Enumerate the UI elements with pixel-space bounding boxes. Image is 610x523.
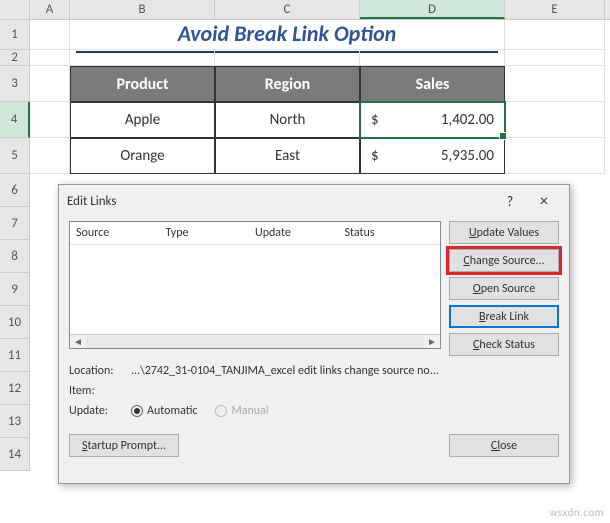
cell-region-0[interactable]: North — [215, 102, 360, 138]
open-source-button[interactable]: Open Source — [449, 277, 559, 300]
title-cell[interactable]: Avoid Break Link Option — [70, 20, 505, 50]
startup-prompt-button[interactable]: Startup Prompt... — [69, 434, 179, 457]
header-region[interactable]: Region — [215, 66, 360, 102]
cell-a5[interactable] — [30, 138, 70, 174]
header-product[interactable]: Product — [70, 66, 215, 102]
cell-region-1[interactable]: East — [215, 138, 360, 174]
dialog-title: Edit Links — [67, 194, 493, 209]
col-header-a[interactable]: A — [30, 0, 70, 19]
links-list[interactable]: Source Type Update Status ◄ ► — [69, 221, 441, 349]
break-link-button[interactable]: Break Link — [449, 305, 559, 328]
col-update[interactable]: Update — [255, 226, 345, 240]
row-header-9[interactable]: 9 — [0, 273, 30, 306]
currency-symbol: $ — [371, 147, 379, 165]
update-label: Update: — [69, 404, 125, 418]
list-body[interactable] — [70, 245, 440, 334]
help-button[interactable]: ? — [493, 188, 527, 214]
cell-a1[interactable] — [30, 20, 70, 50]
check-status-button[interactable]: Check Status — [449, 333, 559, 356]
cell-e5[interactable] — [505, 138, 605, 174]
cell-a4[interactable] — [30, 102, 70, 138]
close-icon[interactable]: × — [527, 188, 561, 214]
row-header-13[interactable]: 13 — [0, 405, 30, 438]
scroll-track[interactable] — [86, 336, 424, 348]
row-header-1[interactable]: 1 — [0, 20, 30, 50]
select-all-corner[interactable] — [0, 0, 30, 19]
radio-manual[interactable]: Manual — [215, 404, 268, 418]
row-header-3[interactable]: 3 — [0, 66, 30, 102]
cell-c2[interactable] — [215, 50, 360, 66]
scroll-left-icon[interactable]: ◄ — [70, 335, 86, 348]
col-status[interactable]: Status — [345, 226, 435, 240]
change-source-button[interactable]: Change Source... — [449, 249, 559, 272]
dialog-titlebar[interactable]: Edit Links ? × — [59, 185, 569, 217]
update-values-button[interactable]: Update Values — [449, 221, 559, 244]
cell-product-1[interactable]: Orange — [70, 138, 215, 174]
row-header-4[interactable]: 4 — [0, 102, 30, 138]
list-header: Source Type Update Status — [70, 222, 440, 245]
row-header-5[interactable]: 5 — [0, 138, 30, 174]
dialog-footer: Startup Prompt... Close — [59, 426, 569, 465]
row-header-6[interactable]: 6 — [0, 174, 30, 207]
cell-e4[interactable] — [505, 102, 605, 138]
page-title: Avoid Break Link Option — [178, 20, 397, 47]
col-header-e[interactable]: E — [505, 0, 605, 19]
watermark: wsxdn.com — [550, 506, 604, 519]
sales-value: 5,935.00 — [441, 147, 494, 165]
cell-a3[interactable] — [30, 66, 70, 102]
location-label: Location: — [69, 364, 125, 378]
cell-d2[interactable] — [360, 50, 505, 66]
button-column: Update Values Change Source... Open Sour… — [449, 221, 559, 356]
cell-e1[interactable] — [505, 20, 605, 50]
close-button[interactable]: Close — [449, 434, 559, 457]
sales-value: 1,402.00 — [441, 111, 494, 129]
row-header-10[interactable]: 10 — [0, 306, 30, 339]
cell-e2[interactable] — [505, 50, 605, 66]
location-value: ...\2742_31-0104_TANJIMA_excel edit link… — [131, 364, 439, 378]
radio-dot-icon — [215, 405, 227, 417]
col-source[interactable]: Source — [76, 226, 166, 240]
cell-b2[interactable] — [70, 50, 215, 66]
edit-links-dialog: Edit Links ? × Source Type Update Status… — [58, 184, 570, 484]
radio-automatic[interactable]: Automatic — [131, 404, 197, 418]
row-header-8[interactable]: 8 — [0, 240, 30, 273]
currency-symbol: $ — [371, 111, 379, 129]
cell-product-0[interactable]: Apple — [70, 102, 215, 138]
cell-sales-0[interactable]: $ 1,402.00 — [360, 102, 505, 138]
cell-e3[interactable] — [505, 66, 605, 102]
header-sales[interactable]: Sales — [360, 66, 505, 102]
info-panel: Location: ...\2742_31-0104_TANJIMA_excel… — [59, 356, 569, 426]
row-header-12[interactable]: 12 — [0, 372, 30, 405]
row-header-11[interactable]: 11 — [0, 339, 30, 372]
col-type[interactable]: Type — [166, 226, 256, 240]
row-header-2[interactable]: 2 — [0, 50, 30, 66]
scroll-right-icon[interactable]: ► — [424, 335, 440, 348]
cell-a2[interactable] — [30, 50, 70, 66]
horizontal-scrollbar[interactable]: ◄ ► — [70, 334, 440, 348]
row-header-14[interactable]: 14 — [0, 438, 30, 471]
radio-dot-icon — [131, 405, 143, 417]
item-label: Item: — [69, 384, 125, 398]
row-header-7[interactable]: 7 — [0, 207, 30, 240]
cell-sales-1[interactable]: $ 5,935.00 — [360, 138, 505, 174]
